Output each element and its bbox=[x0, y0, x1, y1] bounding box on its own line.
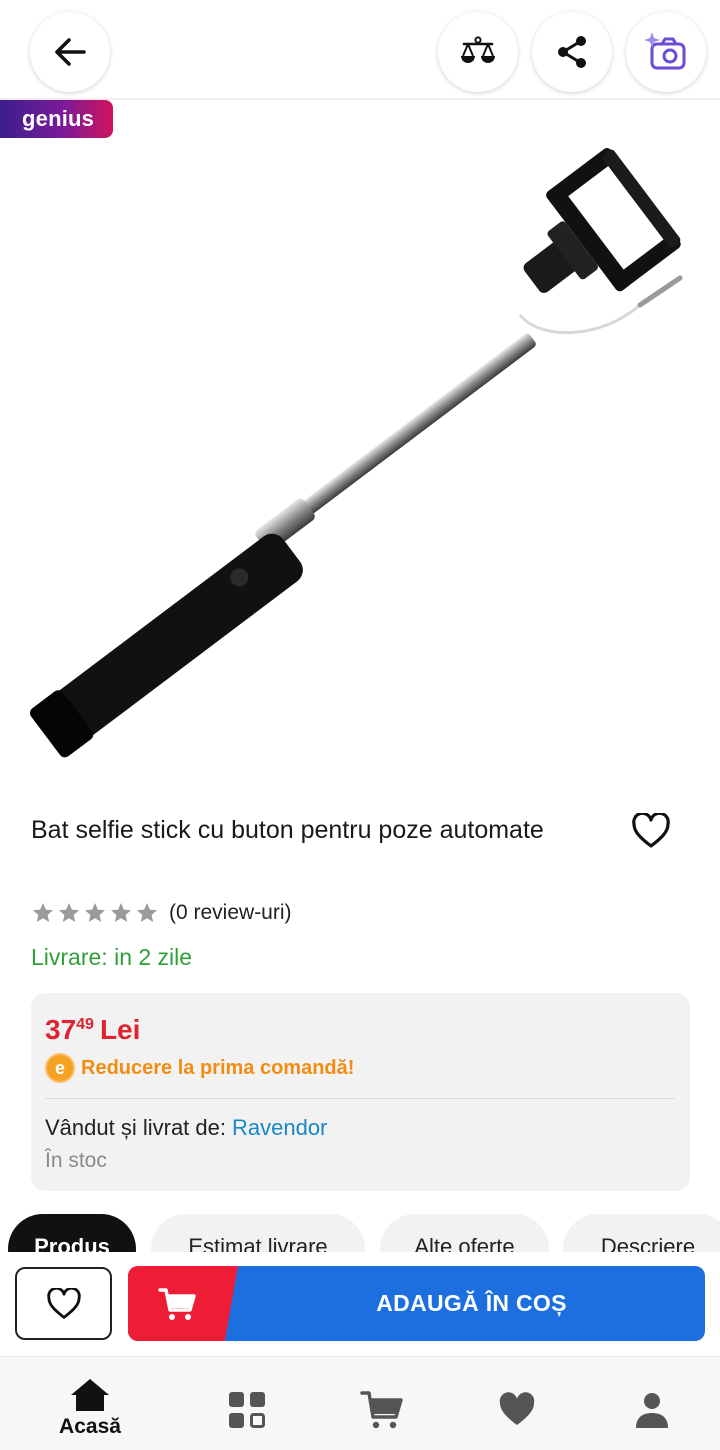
seller-info: Vândut și livrat de: Ravendor bbox=[45, 1115, 327, 1141]
visual-search-button[interactable] bbox=[626, 12, 706, 92]
nav-favorites[interactable] bbox=[457, 1357, 577, 1450]
product-title: Bat selfie stick cu buton pentru poze au… bbox=[31, 816, 544, 844]
categories-icon bbox=[229, 1392, 265, 1428]
bottom-nav: Acasă bbox=[0, 1356, 720, 1450]
nav-account[interactable] bbox=[592, 1357, 712, 1450]
stock-status: În stoc bbox=[45, 1149, 107, 1172]
rating-stars bbox=[31, 901, 159, 925]
cart-icon bbox=[360, 1391, 403, 1429]
add-to-wishlist-button[interactable] bbox=[15, 1267, 112, 1340]
price-currency: Lei bbox=[99, 1014, 141, 1045]
back-button[interactable] bbox=[30, 12, 110, 92]
camera-sparkle-icon bbox=[644, 32, 686, 70]
sticky-actions: ADAUGĂ ÎN COȘ bbox=[0, 1252, 720, 1356]
nav-home[interactable]: Acasă bbox=[30, 1357, 150, 1450]
favorite-button[interactable] bbox=[628, 810, 674, 852]
star-icon bbox=[59, 903, 79, 922]
tab-alte-oferte[interactable]: Alte oferte bbox=[380, 1214, 549, 1252]
nav-home-label: Acasă bbox=[59, 1415, 121, 1438]
seller-prefix: Vândut și livrat de: bbox=[45, 1115, 226, 1140]
compare-button[interactable] bbox=[438, 12, 518, 92]
price-integer: 37 bbox=[45, 1014, 77, 1045]
star-icon bbox=[111, 903, 131, 922]
promo-banner[interactable]: e Reducere la prima comandă! bbox=[45, 1053, 354, 1083]
arrow-left-icon bbox=[55, 38, 86, 66]
scale-icon bbox=[461, 36, 495, 63]
nav-categories[interactable] bbox=[187, 1357, 307, 1450]
tab-estimat-livrare[interactable]: Estimat livrare bbox=[151, 1214, 365, 1252]
heart-icon bbox=[499, 1392, 535, 1425]
product-image[interactable] bbox=[0, 140, 720, 780]
heart-outline-icon bbox=[632, 813, 670, 848]
promo-label: Reducere la prima comandă! bbox=[81, 1056, 355, 1079]
star-icon bbox=[137, 903, 157, 922]
price-card: 37 49 Lei e Reducere la prima comandă! V… bbox=[31, 993, 690, 1191]
account-icon bbox=[636, 1393, 668, 1428]
price-decimal: 49 bbox=[76, 1016, 94, 1033]
add-to-cart-button[interactable]: ADAUGĂ ÎN COȘ bbox=[128, 1266, 705, 1341]
cart-icon-area bbox=[128, 1266, 238, 1341]
emag-coin-icon: e bbox=[45, 1053, 75, 1083]
star-icon bbox=[85, 903, 105, 922]
tab-descriere[interactable]: Descriere bbox=[563, 1214, 720, 1252]
nav-cart[interactable] bbox=[322, 1357, 442, 1450]
selfie-stick-image bbox=[29, 148, 683, 758]
genius-badge: genius bbox=[0, 100, 113, 138]
review-count[interactable]: (0 review-uri) bbox=[169, 901, 292, 925]
share-button[interactable] bbox=[532, 12, 612, 92]
section-tabs: Produs Estimat livrare Alte oferte Descr… bbox=[0, 1214, 720, 1252]
top-bar bbox=[0, 0, 720, 100]
seller-link[interactable]: Ravendor bbox=[232, 1115, 327, 1140]
share-icon bbox=[558, 36, 586, 68]
heart-outline-icon bbox=[46, 1287, 81, 1319]
add-to-cart-label: ADAUGĂ ÎN COȘ bbox=[376, 1290, 567, 1316]
rating-row[interactable]: (0 review-uri) bbox=[31, 896, 292, 930]
star-icon bbox=[33, 903, 53, 922]
divider bbox=[45, 1098, 675, 1099]
cart-icon bbox=[158, 1287, 196, 1320]
price: 37 49 Lei bbox=[45, 1013, 140, 1047]
home-icon bbox=[71, 1379, 109, 1411]
delivery-estimate: Livrare: in 2 zile bbox=[31, 944, 193, 970]
tab-produs[interactable]: Produs bbox=[8, 1214, 136, 1252]
